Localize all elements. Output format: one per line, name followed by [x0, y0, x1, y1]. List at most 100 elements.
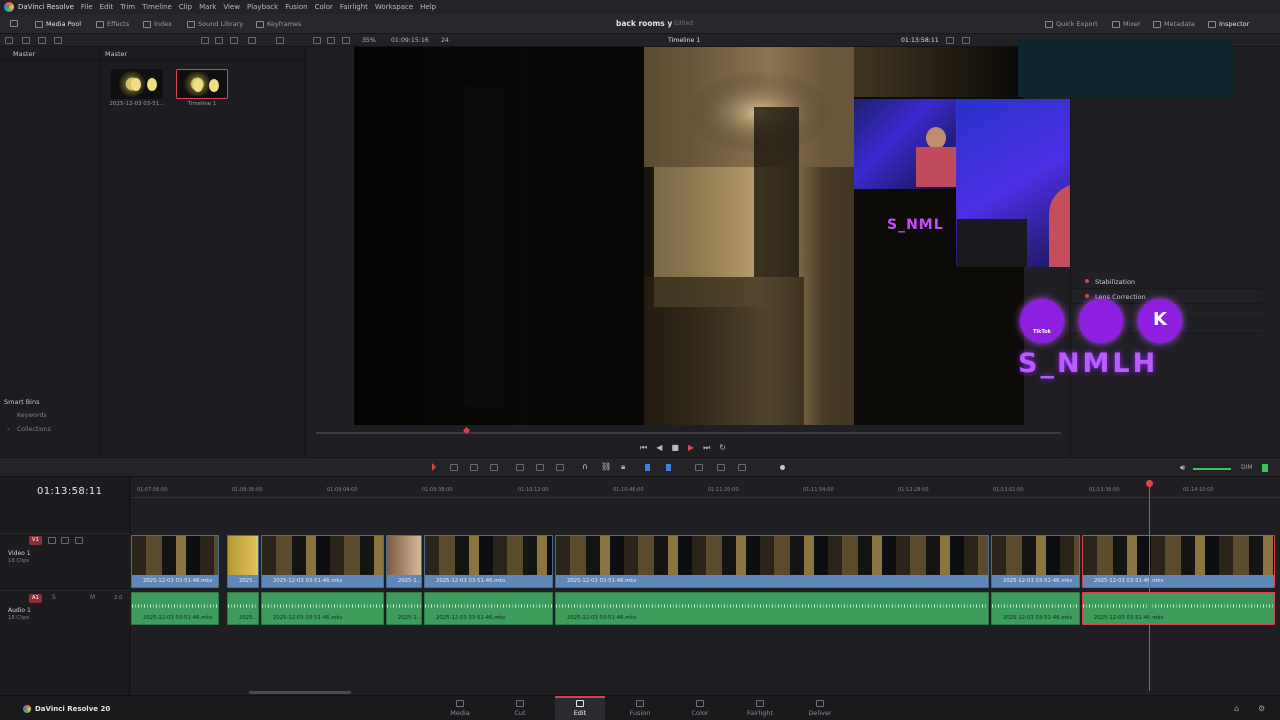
- skip-to-end-icon[interactable]: ⏭: [703, 443, 719, 452]
- smart-bin-collections[interactable]: Collections: [17, 426, 51, 433]
- blade-tool-icon[interactable]: [490, 464, 498, 471]
- media-pool-button[interactable]: Media Pool: [35, 18, 81, 30]
- zoom-custom-icon[interactable]: [738, 464, 746, 471]
- viewer-scrubber[interactable]: [316, 432, 1061, 434]
- menu-view[interactable]: View: [223, 3, 240, 11]
- dynamic-trim-icon[interactable]: [470, 464, 478, 471]
- smart-bin-keywords[interactable]: Keywords: [17, 412, 47, 419]
- page-tab-color[interactable]: Color: [675, 696, 725, 720]
- zoom-full-icon[interactable]: [695, 464, 703, 471]
- audio-clip[interactable]: 2025-12-03 03-51-46.mkv: [991, 592, 1080, 625]
- magnify-icon[interactable]: [248, 37, 256, 44]
- fullscreen-icon[interactable]: [962, 37, 970, 44]
- inspector-button[interactable]: Inspector: [1208, 18, 1249, 30]
- menu-trim[interactable]: Trim: [120, 3, 135, 11]
- audio-clip[interactable]: 2025-1...: [386, 592, 422, 625]
- video-clip[interactable]: 2025-12-03 03-51-46.mkv: [261, 535, 384, 588]
- thumbnail-view-icon[interactable]: [201, 37, 209, 44]
- timeline-timecode[interactable]: 01:13:58:11: [37, 486, 102, 497]
- playhead-handle-icon[interactable]: [1146, 480, 1153, 487]
- audio-clip[interactable]: 2025-12-03 03-51-46.mkv: [261, 592, 384, 625]
- menu-workspace[interactable]: Workspace: [375, 3, 413, 11]
- stop-icon[interactable]: ■: [671, 443, 688, 452]
- video-clip[interactable]: 2025-1...: [386, 535, 422, 588]
- timeline-playhead[interactable]: [1149, 481, 1150, 691]
- page-tab-deliver[interactable]: Deliver: [795, 696, 845, 720]
- menu-clip[interactable]: Clip: [179, 3, 192, 11]
- effects-button[interactable]: Effects: [96, 18, 129, 30]
- viewer-mode-icon[interactable]: [342, 37, 350, 44]
- sound-library-button[interactable]: Sound Library: [187, 18, 243, 30]
- track-badge-a1[interactable]: A1: [29, 594, 42, 603]
- audio-clip[interactable]: 2025-12-03 03-51-46.mkv: [424, 592, 553, 625]
- page-tab-fusion[interactable]: Fusion: [615, 696, 665, 720]
- track-badge-v1[interactable]: V1: [29, 536, 42, 545]
- audio-clip-selected[interactable]: 2025-12-03 03-51-46.mkv: [1082, 592, 1275, 625]
- menu-file[interactable]: File: [81, 3, 93, 11]
- overwrite-clip-icon[interactable]: [536, 464, 544, 471]
- panel-toggle-icon[interactable]: [10, 20, 18, 27]
- lock-icon[interactable]: 🔒︎: [621, 462, 625, 472]
- mixer-button[interactable]: Mixer: [1112, 18, 1141, 30]
- audio-clip[interactable]: 2025-12-03 03-51-46.mkv: [131, 592, 219, 625]
- menu-mark[interactable]: Mark: [199, 3, 216, 11]
- search-icon[interactable]: [22, 37, 30, 44]
- zoom-detail-icon[interactable]: [717, 464, 725, 471]
- timeline-horizontal-scrollbar[interactable]: [249, 691, 351, 694]
- audio-track-header[interactable]: A1 Audio 1 18 Clips S M 2.0: [0, 590, 130, 627]
- loop-icon[interactable]: ↻: [719, 443, 735, 452]
- page-tab-media[interactable]: Media: [435, 696, 485, 720]
- step-back-icon[interactable]: ◀: [656, 443, 671, 452]
- dual-viewer-icon[interactable]: [327, 37, 335, 44]
- inspector-row-stabilization[interactable]: Stabilization: [1072, 274, 1262, 289]
- timeline-name[interactable]: Timeline 1: [668, 37, 700, 44]
- menu-fairlight[interactable]: Fairlight: [340, 3, 368, 11]
- solo-button[interactable]: S: [52, 594, 56, 601]
- audio-clip[interactable]: 2025...: [227, 592, 259, 625]
- timeline-ruler[interactable]: 01:07:56:00 01:08:36:00 01:09:04:00 01:0…: [131, 480, 1280, 498]
- menu-help[interactable]: Help: [420, 3, 436, 11]
- audio-clip[interactable]: 2025-12-03 03-51-46.mkv: [555, 592, 989, 625]
- video-clip[interactable]: 2025-12-03 03-51-46.mkv: [424, 535, 553, 588]
- replace-clip-icon[interactable]: [556, 464, 564, 471]
- menu-timeline[interactable]: Timeline: [142, 3, 172, 11]
- page-tab-cut[interactable]: Cut: [495, 696, 545, 720]
- chevron-right-icon[interactable]: ›: [7, 426, 9, 433]
- menu-edit[interactable]: Edit: [100, 3, 114, 11]
- viewer-options-icon[interactable]: [946, 37, 954, 44]
- volume-slider[interactable]: [1193, 468, 1231, 470]
- marker-icon[interactable]: [666, 464, 671, 471]
- sort-order-icon[interactable]: [276, 37, 284, 44]
- dim-button[interactable]: DIM: [1241, 464, 1253, 471]
- home-icon[interactable]: ⌂: [1234, 704, 1239, 713]
- skip-to-start-icon[interactable]: ⏮: [640, 443, 656, 452]
- page-tab-edit[interactable]: Edit: [555, 696, 605, 720]
- video-clip[interactable]: 2025...: [227, 535, 259, 588]
- video-clip[interactable]: 2025-12-03 03-51-46.mkv: [555, 535, 989, 588]
- menu-color[interactable]: Color: [315, 3, 333, 11]
- lock-track-icon[interactable]: [48, 537, 56, 544]
- menu-playback[interactable]: Playback: [247, 3, 278, 11]
- grid-view-icon[interactable]: [215, 37, 223, 44]
- quick-export-button[interactable]: Quick Export: [1045, 18, 1098, 30]
- snapping-icon[interactable]: ∩: [582, 462, 588, 471]
- list-view-icon[interactable]: [5, 37, 13, 44]
- volume-icon[interactable]: 🔊︎: [1180, 463, 1185, 473]
- tag-icon[interactable]: [38, 37, 46, 44]
- trim-tool-icon[interactable]: [450, 464, 458, 471]
- bins-header[interactable]: Master: [0, 47, 99, 60]
- gear-icon[interactable]: ⚙: [1258, 704, 1265, 713]
- mute-button[interactable]: M: [90, 594, 95, 601]
- zoom-level[interactable]: 35%: [362, 37, 376, 44]
- viewer-layout-icon[interactable]: [313, 37, 321, 44]
- sort-icon[interactable]: [54, 37, 62, 44]
- flag-icon[interactable]: [645, 464, 650, 471]
- video-viewer[interactable]: S_NML: [354, 47, 1024, 425]
- track-visibility-icon[interactable]: [75, 537, 83, 544]
- list-icon[interactable]: [230, 37, 238, 44]
- play-icon[interactable]: ▶: [688, 443, 703, 452]
- menu-fusion[interactable]: Fusion: [285, 3, 307, 11]
- auto-select-icon[interactable]: [61, 537, 69, 544]
- video-clip[interactable]: 2025-12-03 03-51-46.mkv: [131, 535, 219, 588]
- keyframes-button[interactable]: Keyframes: [256, 18, 301, 30]
